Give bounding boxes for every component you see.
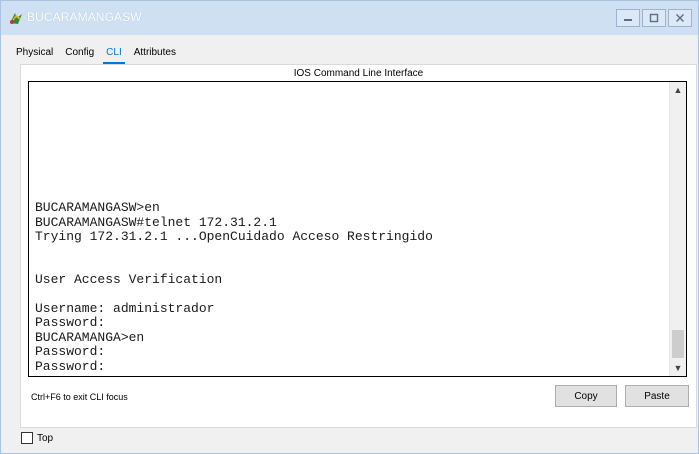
cli-output[interactable]: BUCARAMANGASW>en BUCARAMANGASW#telnet 17… (35, 200, 433, 374)
tab-cli[interactable]: CLI (100, 43, 128, 64)
app-window: BUCARAMANGASW Physical Config CLI Attrib… (0, 0, 699, 454)
paste-button[interactable]: Paste (625, 385, 689, 407)
tab-attributes[interactable]: Attributes (128, 43, 182, 63)
close-icon (676, 14, 684, 22)
top-checkbox[interactable] (21, 432, 33, 444)
window-title: BUCARAMANGASW (27, 10, 142, 24)
cli-scrollbar[interactable]: ▲ ▼ (669, 82, 686, 376)
scroll-up-icon[interactable]: ▲ (670, 82, 686, 98)
close-button[interactable] (668, 9, 692, 27)
tab-config[interactable]: Config (59, 43, 100, 63)
maximize-icon (649, 13, 659, 23)
cli-console[interactable]: BUCARAMANGASW>en BUCARAMANGASW#telnet 17… (28, 81, 687, 377)
window-body: Physical Config CLI Attributes IOS Comma… (10, 35, 697, 446)
scroll-down-icon[interactable]: ▼ (670, 360, 686, 376)
scroll-thumb[interactable] (672, 330, 684, 358)
title-bar[interactable]: BUCARAMANGASW (1, 1, 698, 35)
top-label: Top (37, 432, 54, 444)
maximize-button[interactable] (642, 9, 666, 27)
tab-physical[interactable]: Physical (10, 43, 59, 63)
packet-tracer-icon (10, 13, 22, 24)
cli-focus-hint: Ctrl+F6 to exit CLI focus (31, 392, 128, 402)
minimize-button[interactable] (616, 9, 640, 27)
window-controls (616, 9, 692, 29)
top-option[interactable]: Top (21, 432, 53, 444)
copy-button[interactable]: Copy (555, 385, 617, 407)
panel-title: IOS Command Line Interface (293, 68, 424, 79)
cli-panel: IOS Command Line Interface BUCARAMANGASW… (20, 64, 697, 428)
minimize-icon (624, 19, 632, 21)
